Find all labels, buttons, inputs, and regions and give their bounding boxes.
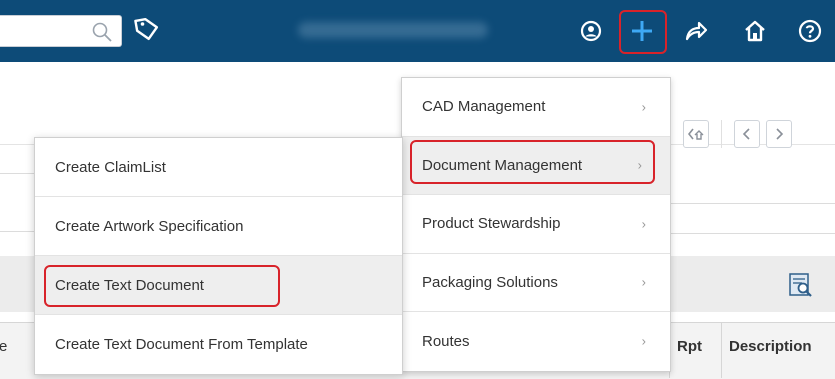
share-icon[interactable]	[682, 17, 710, 45]
home-icon[interactable]	[741, 17, 769, 45]
submenu-item-label: Create Text Document From Template	[55, 336, 308, 353]
plus-button-highlight	[619, 10, 667, 54]
report-search-icon[interactable]	[788, 272, 814, 303]
nav-divider	[721, 120, 722, 148]
search-input[interactable]	[0, 15, 122, 47]
menu-item-routes[interactable]: Routes ›	[402, 312, 670, 371]
submenu-item-label: Create ClaimList	[55, 158, 166, 176]
create-menu: CAD Management › Document Management › P…	[401, 77, 671, 372]
record-navigation	[683, 120, 792, 148]
menu-item-label: Routes	[422, 332, 470, 350]
column-header-description[interactable]: Description	[729, 338, 812, 355]
menu-item-cad-management[interactable]: CAD Management ›	[402, 78, 670, 137]
column-header-partial[interactable]: e	[0, 338, 7, 355]
search-icon[interactable]	[91, 21, 113, 48]
tag-icon[interactable]	[134, 15, 160, 50]
menu-item-packaging-solutions[interactable]: Packaging Solutions ›	[402, 254, 670, 312]
submenu-item-label: Create Artwork Specification	[55, 217, 244, 235]
divider	[0, 231, 34, 232]
user-name-redacted	[298, 22, 488, 38]
document-management-highlight	[410, 140, 655, 184]
chevron-right-icon: ›	[641, 99, 646, 115]
column-header-rpt[interactable]: Rpt	[677, 338, 702, 355]
user-icon[interactable]	[577, 17, 605, 45]
chevron-right-icon: ›	[641, 216, 646, 232]
submenu-item-create-claimlist[interactable]: Create ClaimList	[35, 138, 402, 197]
document-management-submenu: Create ClaimList Create Artwork Specific…	[34, 137, 403, 375]
chevron-right-icon: ›	[641, 274, 646, 290]
divider	[669, 203, 835, 204]
back-to-list-button[interactable]	[683, 120, 709, 148]
column-divider	[721, 322, 722, 378]
next-record-button[interactable]	[766, 120, 792, 148]
submenu-item-create-text-document-from-template[interactable]: Create Text Document From Template	[35, 315, 402, 374]
help-icon[interactable]	[796, 17, 824, 45]
submenu-item-create-artwork-specification[interactable]: Create Artwork Specification	[35, 197, 402, 256]
top-navigation-bar	[0, 0, 835, 62]
create-text-document-highlight	[44, 265, 280, 307]
divider	[669, 233, 835, 234]
divider	[0, 173, 34, 174]
menu-item-label: Product Stewardship	[422, 215, 561, 233]
menu-item-product-stewardship[interactable]: Product Stewardship ›	[402, 195, 670, 254]
chevron-right-icon: ›	[641, 333, 646, 349]
previous-record-button[interactable]	[734, 120, 760, 148]
menu-item-label: Packaging Solutions	[422, 273, 558, 291]
menu-item-label: CAD Management	[422, 98, 546, 116]
